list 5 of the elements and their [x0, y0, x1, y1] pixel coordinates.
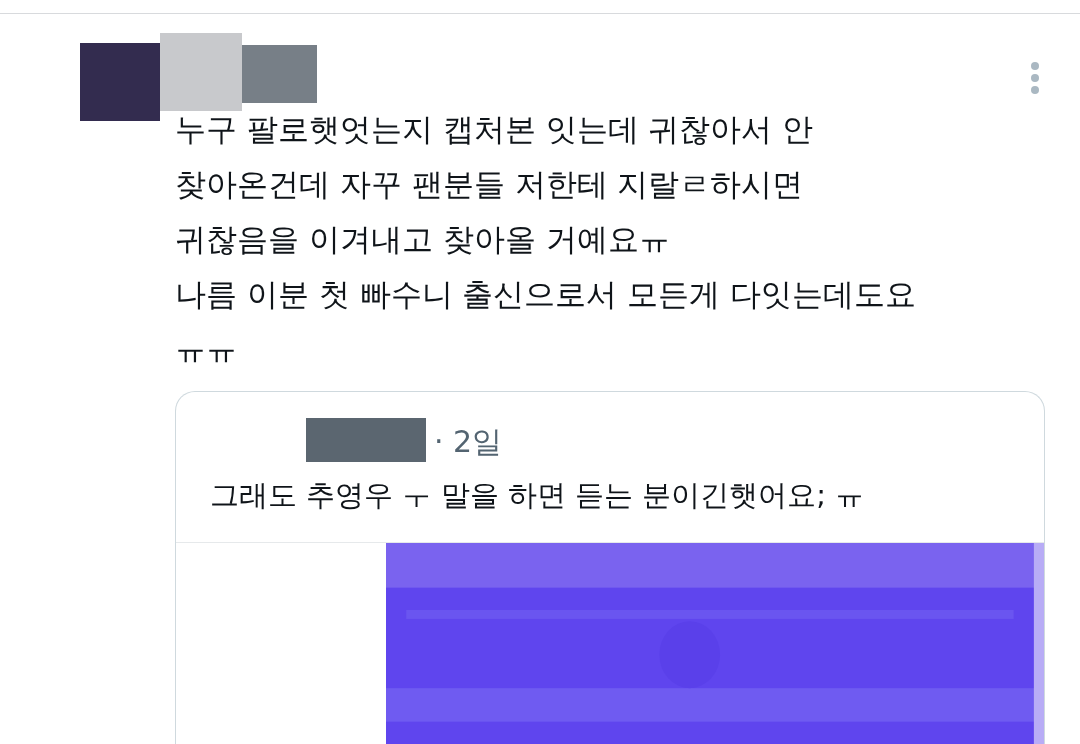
post-time: · 2일 [434, 423, 503, 461]
quote-card[interactable]: · 2일 그래도 추영우 ㅜ 말을 하면 듣는 분이긴햇어요; ㅠ [175, 391, 1045, 744]
tweet-text: 누구 팔로햇엇는지 캡처본 잇는데 귀찮아서 안 찾아온건데 자꾸 팬분들 저한테 지랄ㄹ하시면 귀찮음을 이겨내고 찾아올 거예요ㅠ 나름 이분 첫 빠수니 출신으로서 모든게 다잇는데도요 ㅠㅠ [175, 110, 918, 369]
quote-text: 그래도 추영우 ㅜ 말을 하면 듣는 분이긴햇어요; ㅠ [210, 477, 866, 514]
more-icon[interactable] [1030, 61, 1040, 95]
